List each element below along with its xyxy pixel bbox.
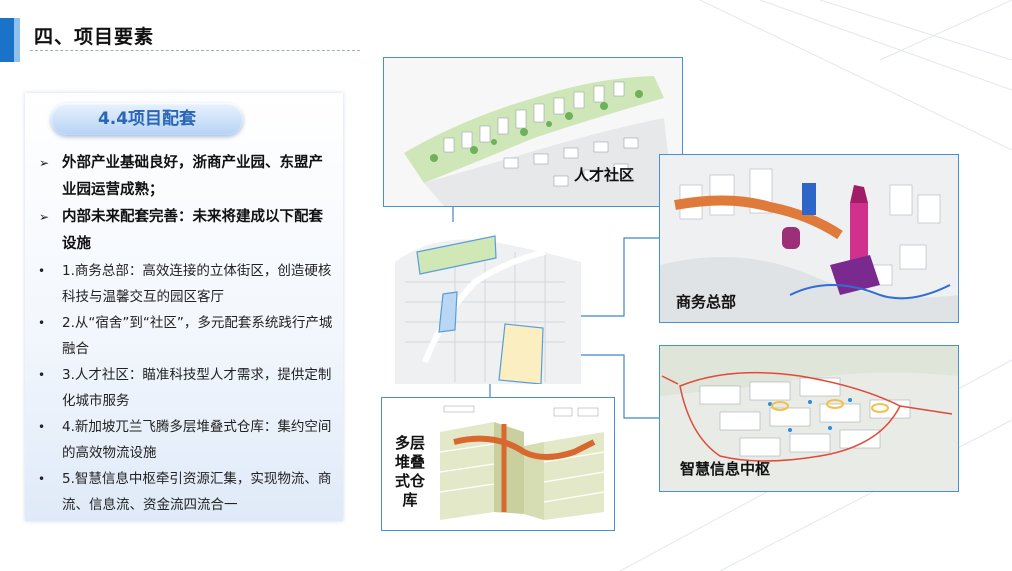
dot-bullet-icon: • (38, 316, 46, 330)
list-item-text: 5.智慧信息中枢牵引资源汇集，实现物流、商流、信息流、资金流四流合一 (62, 471, 332, 513)
page-title: 四、项目要素 (34, 26, 155, 48)
arrow-list-item: ➢ 内部未来配套完善：未来将建成以下配套设施 (36, 204, 334, 258)
section-heading: 4.4项目配套 (51, 103, 243, 135)
feature-list: ➢ 外部产业基础良好，浙商产业园、东盟产业园运营成熟； ➢ 内部未来配套完善：未来将建… (36, 150, 334, 518)
bullet-list-item: • 3.人才社区：瞄准科技型人才需求，提供定制化城市服务 (36, 362, 334, 414)
list-item-text: 内部未来配套完善：未来将建成以下配套设施 (62, 209, 323, 252)
talent-community-illustration (384, 58, 682, 206)
warehouse-illustration (434, 402, 610, 526)
title-divider (30, 50, 360, 51)
bullet-list-item: • 5.智慧信息中枢牵引资源汇集，实现物流、商流、信息流、资金流四流合一 (36, 466, 334, 518)
list-item-text: 4.新加坡兀兰飞腾多层堆叠式仓库：集约空间的高效物流设施 (62, 419, 332, 461)
arrow-bullet-icon: ➢ (39, 210, 50, 224)
arrow-list-item: ➢ 外部产业基础良好，浙商产业园、东盟产业园运营成熟； (36, 150, 334, 204)
bullet-list-item: • 2.从“宿舍”到“社区”，多元配套系统践行产城融合 (36, 310, 334, 362)
business-hq-image: 商务总部 (659, 154, 959, 323)
dot-bullet-icon: • (38, 420, 46, 434)
smart-hub-image: 智慧信息中枢 (659, 345, 959, 492)
dot-bullet-icon: • (38, 472, 46, 486)
business-hq-label: 商务总部 (676, 293, 737, 311)
list-item-text: 外部产业基础良好，浙商产业园、东盟产业园运营成熟； (62, 155, 323, 198)
dot-bullet-icon: • (38, 264, 46, 278)
arrow-bullet-icon: ➢ (39, 156, 50, 170)
bullet-list-item: • 1.商务总部：高效连接的立体街区，创造硬核科技与温馨交互的园区客厅 (36, 258, 334, 310)
warehouse-label: 多层堆叠式仓库 (394, 434, 425, 509)
talent-community-label: 人才社区 (574, 166, 635, 184)
list-item-text: 1.商务总部：高效连接的立体街区，创造硬核科技与温馨交互的园区客厅 (62, 263, 332, 305)
site-map (395, 222, 581, 385)
smart-hub-label: 智慧信息中枢 (680, 460, 771, 478)
list-item-text: 3.人才社区：瞄准科技型人才需求，提供定制化城市服务 (62, 367, 332, 409)
header-accent-bar (0, 18, 20, 62)
dot-bullet-icon: • (38, 368, 46, 382)
talent-community-image: 人才社区 (383, 57, 683, 207)
bullet-list-item: • 4.新加坡兀兰飞腾多层堆叠式仓库：集约空间的高效物流设施 (36, 414, 334, 466)
warehouse-image: 多层堆叠式仓库 (381, 397, 615, 531)
list-item-text: 2.从“宿舍”到“社区”，多元配套系统践行产城融合 (62, 315, 333, 357)
